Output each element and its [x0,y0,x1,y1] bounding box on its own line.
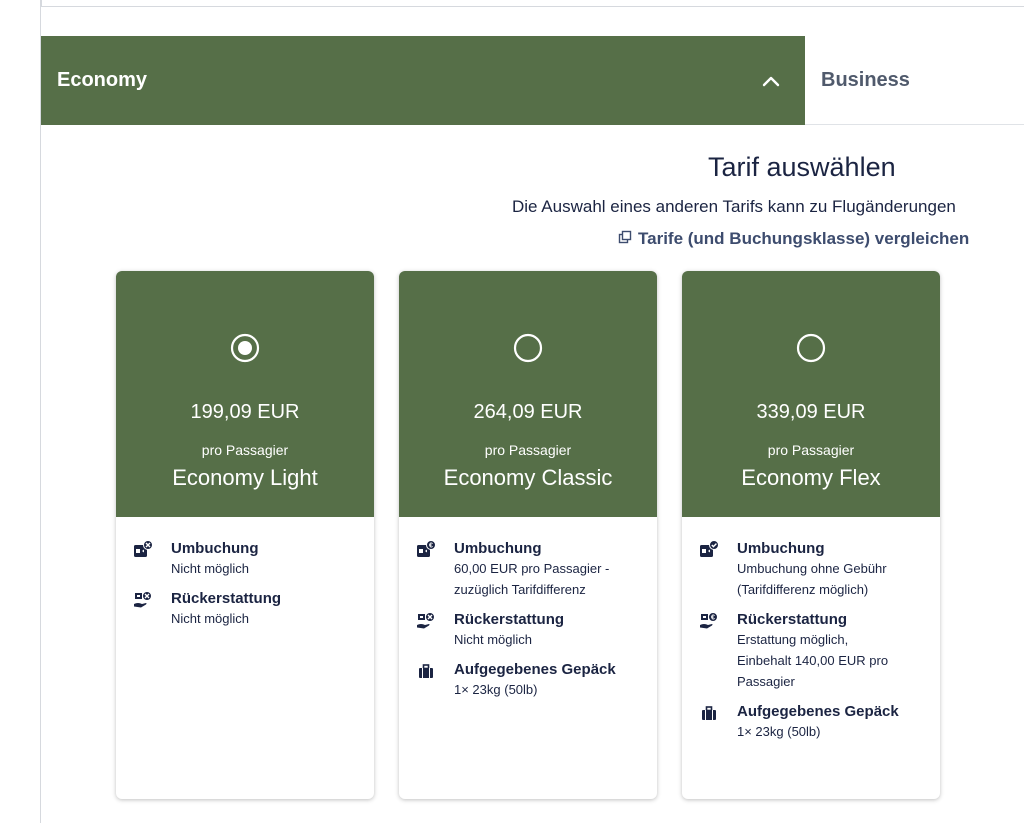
feature-description: Passagier [737,674,795,689]
fare-card-header[interactable]: 264,09 EUR pro Passagier Economy Classic [399,271,657,517]
compare-fares-link[interactable]: Tarife (und Buchungsklasse) vergleichen [618,229,969,249]
feature-description: 1× 23kg (50lb) [737,724,821,739]
fare-card-header[interactable]: 199,09 EUR pro Passagier Economy Light [116,271,374,517]
fare-price: 264,09 EUR [473,401,583,423]
refund-x-icon [416,611,436,631]
fare-name: Economy Light [172,465,318,490]
feature-description: Erstattung möglich, [737,632,849,647]
fare-name: Economy Classic [443,465,613,490]
tab-economy-label: Economy [57,69,148,91]
feature-description: Umbuchung ohne Gebühr [737,561,887,576]
fare-feature: Umbuchung Umbuchung ohne Gebühr (Tarifdiff… [699,539,940,600]
feature-title: Umbuchung [454,540,542,557]
page-title: Tarif auswählen [708,152,896,182]
feature-description: Nicht möglich [171,561,250,576]
feature-title: Aufgegebenes Gepäck [454,661,616,678]
previous-section-box [41,0,1024,7]
tab-business-label: Business [821,68,910,91]
page-subtitle: Die Auswahl eines anderen Tarifs kann zu… [512,197,956,216]
feature-description: Nicht möglich [171,611,250,626]
fare-feature: € Umbuchung 60,00 EUR pro Passagier - zuzü… [416,539,657,600]
svg-text:€: € [429,543,433,550]
fare-features: Umbuchung Umbuchung ohne Gebühr (Tarifdiff… [682,517,940,742]
fare-feature: Aufgegebenes Gepäck 1× 23kg (50lb) [699,702,940,742]
fare-features: Umbuchung Nicht möglich Rückerstattung Nic… [116,517,374,629]
fare-name: Economy Flex [741,465,881,490]
feature-title: Rückerstattung [737,611,848,628]
fare-per-passenger: pro Passagier [767,442,855,458]
feature-description: Nicht möglich [454,632,533,647]
feature-title: Umbuchung [171,540,259,557]
feature-title: Rückerstattung [454,611,565,628]
fare-per-passenger: pro Passagier [201,442,289,458]
fare-feature: Umbuchung Nicht möglich [133,539,374,579]
rebooking-euro-icon: € [416,540,436,560]
cabin-tabs: Economy Business [41,36,1024,125]
feature-description: Einbehalt 140,00 EUR pro [737,653,889,668]
radio-unselected-icon[interactable] [512,332,544,364]
fare-feature: Rückerstattung Nicht möglich [416,610,657,650]
chevron-up-icon[interactable] [755,65,787,97]
compare-fares-label: Tarife (und Buchungsklasse) vergleichen [638,229,970,248]
rebooking-x-icon [133,540,153,560]
fare-card[interactable]: 339,09 EUR pro Passagier Economy Flex Um… [682,271,940,799]
feature-description: (Tarifdifferenz möglich) [737,582,869,597]
suitcase-icon [416,661,436,681]
fare-price: 339,09 EUR [756,401,866,423]
fare-per-passenger: pro Passagier [484,442,572,458]
fare-card-header[interactable]: 339,09 EUR pro Passagier Economy Flex [682,271,940,517]
refund-euro-icon: € [699,611,719,631]
suitcase-icon [699,703,719,723]
feature-title: Umbuchung [737,540,825,557]
tab-economy[interactable]: Economy [41,36,805,125]
svg-text:€: € [711,615,715,622]
fare-card[interactable]: 199,09 EUR pro Passagier Economy Light U… [116,271,374,799]
tab-business[interactable]: Business [805,36,1024,125]
feature-title: Aufgegebenes Gepäck [737,703,899,720]
fare-feature: Aufgegebenes Gepäck 1× 23kg (50lb) [416,660,657,700]
feature-description: zuzüglich Tarifdifferenz [454,582,586,597]
fare-card[interactable]: 264,09 EUR pro Passagier Economy Classic… [399,271,657,799]
fare-feature: € Rückerstattung Erstattung möglich, Einbe… [699,610,940,692]
radio-selected-icon[interactable] [229,332,261,364]
feature-description: 60,00 EUR pro Passagier - [454,561,610,576]
refund-x-icon [133,590,153,610]
fare-feature: Rückerstattung Nicht möglich [133,589,374,629]
radio-unselected-icon[interactable] [795,332,827,364]
external-link-icon [618,229,632,249]
fare-price: 199,09 EUR [190,401,300,423]
feature-description: 1× 23kg (50lb) [454,682,538,697]
rebooking-check-icon [699,540,719,560]
fare-features: € Umbuchung 60,00 EUR pro Passagier - zuzü… [399,517,657,700]
feature-title: Rückerstattung [171,590,282,607]
